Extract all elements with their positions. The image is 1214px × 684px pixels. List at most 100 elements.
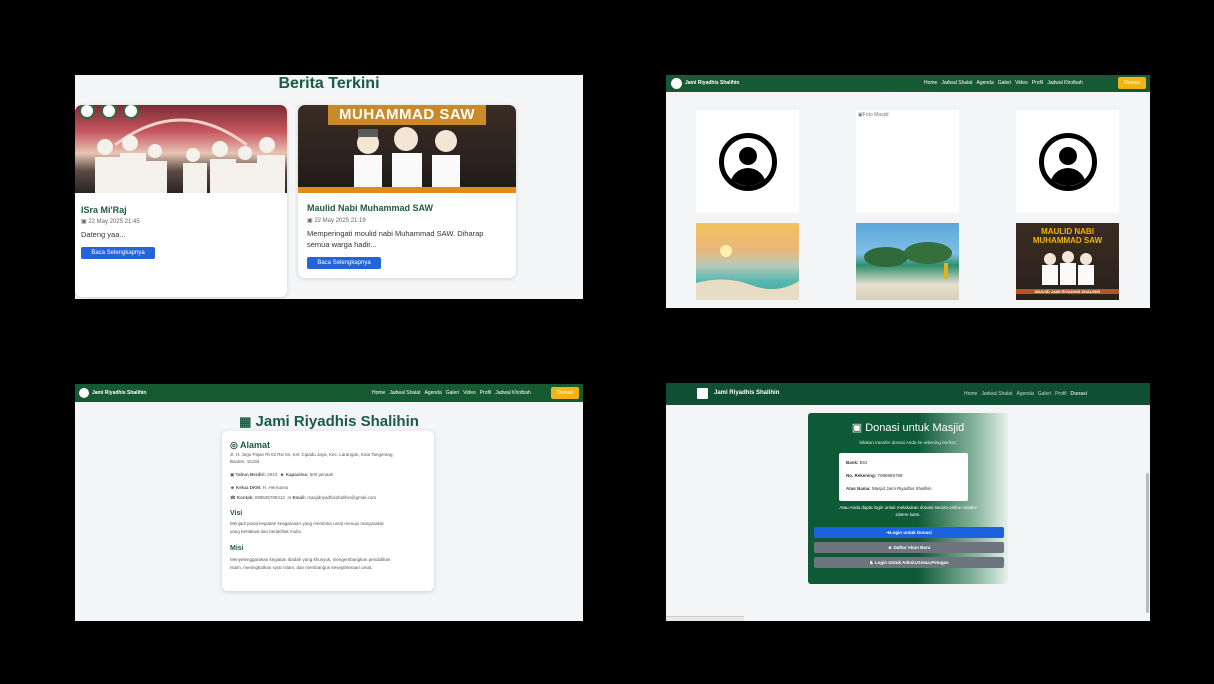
tahun-value: 2022 [267, 472, 278, 477]
user-icon: ☻ [230, 485, 235, 490]
news-card-date: ▣ 22 May 2025 21:19 [307, 217, 366, 224]
news-date-text: 22 May 2025 21:19 [314, 218, 366, 224]
gallery-item-beach-trees[interactable] [856, 223, 959, 300]
email-value[interactable]: masjidriyadhisshalihin@gmail.com [307, 495, 376, 500]
profile-title-text: Jami Riyadhis Shalihin [255, 413, 419, 430]
rekening-row: No. Rekening: 7086856789 [846, 473, 903, 478]
nav-galeri[interactable]: Galeri [998, 80, 1011, 86]
nav-brand[interactable]: Jami Riyadhis Shalihin [92, 390, 146, 396]
nav-agenda[interactable]: Agenda [424, 390, 441, 396]
nav-links: Home Jadwal Shalat Agenda Galeri Video P… [924, 80, 1083, 86]
donasi-button[interactable]: Donasi [1118, 77, 1146, 89]
alamat-line2: Banten, 15155 [230, 459, 260, 464]
daftar-akun-button[interactable]: ☻ Daftar Akun Baru [814, 542, 1004, 553]
donation-panel: Jami Riyadhis Shalihin Home Jadwal Shala… [666, 383, 1150, 621]
atas-nama-row: Atas Nama: Masjid Jami Riyadhis Shalihin [846, 486, 932, 491]
news-card-title[interactable]: ISra Mi'Raj [81, 205, 127, 215]
kontak-label: Kontak: [236, 495, 254, 500]
nav-jadwal-shalat[interactable]: Jadwal Shalat [941, 80, 972, 86]
login-donasi-label: Login untuk Donasi [889, 530, 932, 535]
kapasitas-value: 500 jamaah [309, 472, 334, 477]
user-plus-icon: ☻ [887, 545, 893, 550]
poster-headline: MUHAMMAD SAW [339, 106, 475, 123]
news-card-excerpt-line1: Memperingati moulid nabi Muhammad SAW. D… [307, 229, 484, 238]
nav-agenda[interactable]: Agenda [1016, 391, 1033, 397]
nav-home[interactable]: Home [964, 391, 977, 397]
visi-line2: yang bertakwa dan berakhlak mulia. [230, 529, 303, 534]
news-card-excerpt: Dateng yaa... [81, 230, 126, 239]
nav-brand[interactable]: Jami Riyadhis Shalihin [685, 80, 739, 86]
kontak-row: ☎ Kontak: 089635798412 ✉ Email: masjidri… [230, 495, 426, 502]
mosque-logo-icon[interactable] [79, 388, 89, 398]
ketua-value: H. Hermanto [262, 485, 289, 490]
misi-line1: Menyelenggarakan kegiatan ibadah yang kh… [230, 557, 391, 562]
poster-line3: MASJID JAMI RIYADHIS SHALIHIN [1016, 289, 1119, 294]
alamat-label: Alamat [240, 440, 271, 450]
email-label: Email: [292, 495, 307, 500]
news-panel: Berita Terkini ISra Mi'Raj ▣ 22 May 2025… [75, 75, 583, 299]
login-donasi-button[interactable]: ➜Login untuk Donasi [814, 527, 1004, 538]
nav-profil[interactable]: Profil [480, 390, 491, 396]
donasi-button[interactable]: Donasi [551, 387, 579, 399]
visi-line1: Menjadi pusat kegiatan keagamaan yang me… [230, 521, 384, 526]
login-admin-button[interactable]: ♞ Login Untuk Admin,Ketua,Petugas [814, 557, 1004, 568]
bank-value: BSI [859, 460, 868, 465]
nav-donasi[interactable]: Donasi [1070, 391, 1087, 397]
nav-links: Home Jadwal Shalat Agenda Galeri Profil … [964, 391, 1087, 397]
user-avatar-icon [718, 132, 777, 191]
nav-profil[interactable]: Profil [1055, 391, 1066, 397]
ketua-row: ☻ Ketua DKM: H. Hermanto [230, 485, 426, 492]
building-icon: ▦ [239, 414, 252, 429]
nav-galeri[interactable]: Galeri [446, 390, 459, 396]
donation-card: ▣ Donasi untuk Masjid Silakan transfer d… [808, 413, 1008, 584]
phone-icon: ☎ [230, 495, 236, 500]
alamat-heading: ◎ Alamat [230, 440, 426, 450]
gallery-item-maulid-poster[interactable]: MAULID NABI MUHAMMAD SAW MASJID JAMI RIY… [1016, 223, 1119, 300]
nav-video[interactable]: Video [463, 390, 476, 396]
nav-jadwal-khotbah[interactable]: Jadwal Khotbah [1047, 80, 1083, 86]
nav-agenda[interactable]: Agenda [976, 80, 993, 86]
news-card-date: ▣ 22 May 2025 21:45 [81, 218, 140, 225]
nav-galeri[interactable]: Galeri [1038, 391, 1051, 397]
shield-icon: ♞ [869, 560, 874, 565]
navbar: Jami Riyadhis Shalihin Home Jadwal Shala… [666, 383, 1150, 405]
bank-info-box: Bank: BSI No. Rekening: 7086856789 Atas … [839, 453, 968, 501]
nav-video[interactable]: Video [1015, 80, 1028, 86]
donation-note-line2: sistem kami. [895, 511, 921, 517]
rekening-value: 7086856789 [877, 473, 903, 478]
nav-jadwal-shalat[interactable]: Jadwal Shalat [389, 390, 420, 396]
donation-title-text: Donasi untuk Masjid [865, 422, 965, 434]
nav-brand[interactable]: Jami Riyadhis Shalihin [714, 390, 779, 396]
nav-jadwal-khotbah[interactable]: Jadwal Khotbah [495, 390, 531, 396]
profile-title: ▦ Jami Riyadhis Shalihin [75, 413, 583, 430]
scrollbar[interactable] [1146, 473, 1149, 613]
calendar-icon: ▣ [307, 218, 313, 224]
gallery-item[interactable] [696, 110, 799, 213]
nav-jadwal-shalat[interactable]: Jadwal Shalat [981, 391, 1012, 397]
gallery-item-beach-sunset[interactable] [696, 223, 799, 300]
mosque-logo-icon[interactable] [697, 388, 708, 399]
alamat-line1: Jl. H. Jegu Pajan Rt 03 Rw 03, Kel. Cipa… [230, 452, 394, 457]
atas-nama-label: Atas Nama: [846, 486, 871, 491]
location-pin-icon: ◎ [230, 440, 238, 450]
calendar-icon: ▣ [230, 472, 235, 477]
nav-profil[interactable]: Profil [1032, 80, 1043, 86]
nav-home[interactable]: Home [924, 80, 937, 86]
news-section-title: Berita Terkini [278, 75, 380, 92]
gallery-item[interactable]: ▣Foto Masjid [856, 110, 959, 213]
read-more-button[interactable]: Baca Selengkapnya [307, 257, 381, 269]
nav-home[interactable]: Home [372, 390, 385, 396]
mosque-logo-icon[interactable] [671, 78, 682, 89]
news-card: ISra Mi'Raj ▣ 22 May 2025 21:45 Dateng y… [75, 105, 287, 297]
news-image[interactable] [75, 105, 287, 193]
broken-image-alt: ▣Foto Masjid [858, 112, 889, 118]
read-more-button[interactable]: Baca Selengkapnya [81, 247, 155, 259]
donation-title: ▣ Donasi untuk Masjid [808, 421, 1008, 434]
gallery-panel: Jami Riyadhis Shalihin Home Jadwal Shala… [666, 75, 1150, 308]
gallery-item[interactable] [1016, 110, 1119, 213]
kontak-value[interactable]: 089635798412 [255, 495, 285, 500]
user-avatar-icon [1038, 132, 1097, 191]
daftar-akun-label: Daftar Akun Baru [893, 545, 931, 550]
news-card-title[interactable]: Maulid Nabi Muhammad SAW [307, 203, 433, 213]
news-image[interactable]: MUHAMMAD SAW [298, 105, 516, 193]
